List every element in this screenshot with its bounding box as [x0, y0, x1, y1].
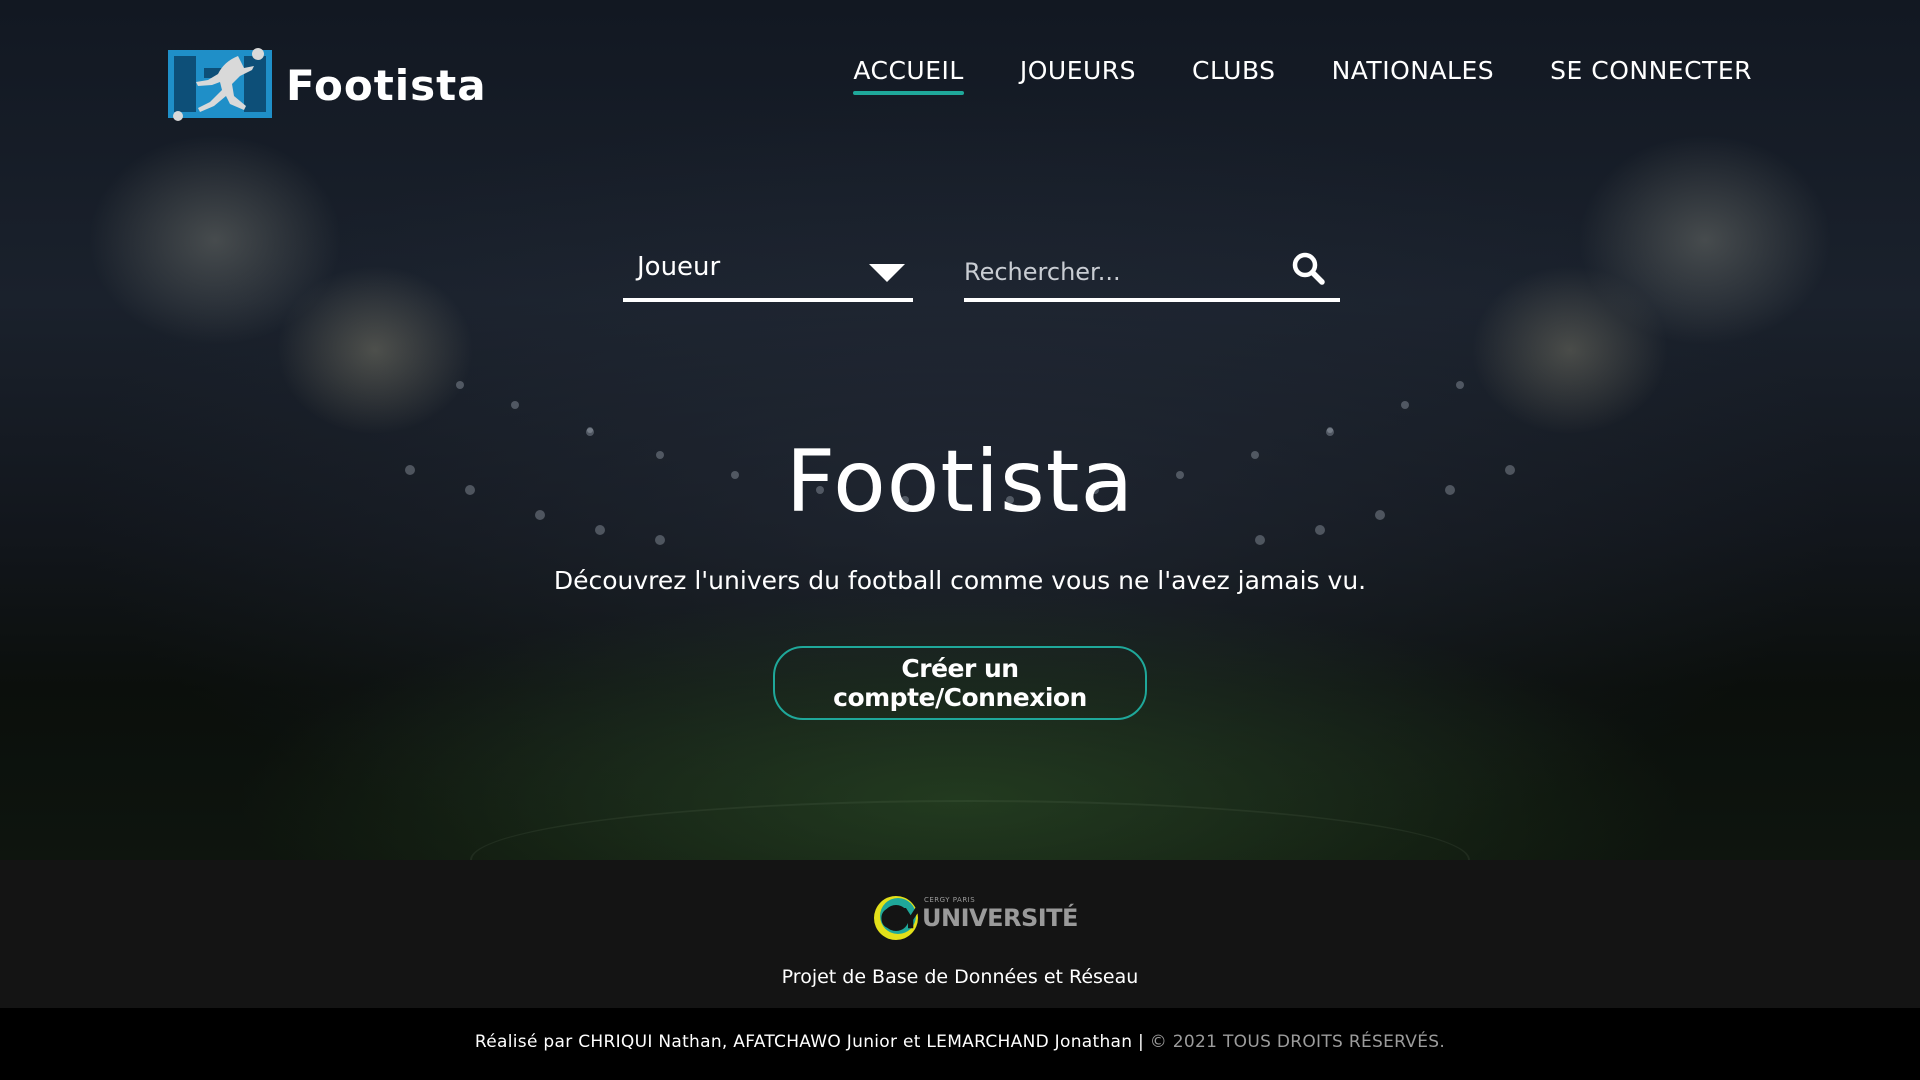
footer-credits: Réalisé par CHRIQUI Nathan, AFATCHAWO Ju…	[0, 1008, 1920, 1080]
site-logo[interactable]: Footista	[168, 48, 487, 122]
logo-text: Footista	[286, 60, 487, 110]
hero-section	[0, 0, 1920, 860]
footer: CY CERGY PARIS UNIVERSITÉ Projet de Base…	[0, 860, 1920, 1008]
copyright-icon: ©	[1149, 1032, 1168, 1052]
search-icon[interactable]	[1290, 250, 1326, 286]
nav-clubs[interactable]: CLUBS	[1192, 56, 1276, 95]
footballer-logo-icon	[168, 48, 272, 121]
chevron-down-icon	[869, 264, 905, 282]
cy-initials: CY	[880, 902, 922, 935]
search-input[interactable]	[964, 248, 1274, 296]
nav-accueil[interactable]: ACCUEIL	[853, 56, 965, 95]
create-account-login-button[interactable]: Créer un compte/Connexion	[773, 646, 1147, 720]
cy-logo-icon: CY	[874, 896, 922, 940]
project-description: Projet de Base de Données et Réseau	[781, 966, 1139, 988]
nav-joueurs[interactable]: JOUEURS	[1020, 56, 1136, 95]
category-select-value: Joueur	[637, 252, 721, 282]
nav-se-connecter[interactable]: SE CONNECTER	[1550, 56, 1752, 95]
rights-text: 2021 TOUS DROITS RÉSERVÉS.	[1172, 1032, 1446, 1052]
hero-title: Footista	[785, 432, 1135, 532]
hero-subtitle: Découvrez l'univers du football comme vo…	[553, 566, 1367, 595]
university-small-label: CERGY PARIS	[924, 896, 976, 904]
stadium-background	[405, 381, 1515, 545]
search-field	[964, 248, 1340, 302]
category-select[interactable]: Joueur	[623, 248, 913, 302]
university-logo[interactable]: CY CERGY PARIS UNIVERSITÉ	[872, 886, 1078, 948]
university-name: UNIVERSITÉ	[922, 904, 1078, 932]
credits-text: Réalisé par CHRIQUI Nathan, AFATCHAWO Ju…	[474, 1032, 1145, 1052]
nav-nationales[interactable]: NATIONALES	[1332, 56, 1495, 95]
main-nav: ACCUEIL JOUEURS CLUBS NATIONALES SE CONN…	[797, 56, 1752, 95]
